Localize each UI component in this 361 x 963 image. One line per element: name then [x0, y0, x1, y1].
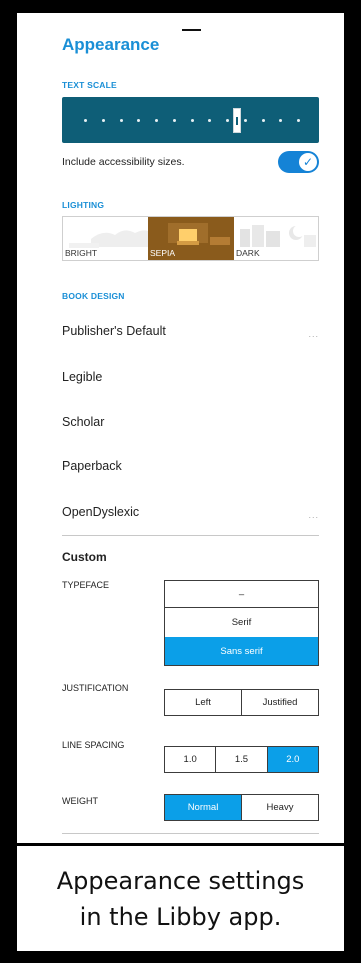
scale-step-dot	[119, 119, 123, 122]
scale-step-dot	[190, 119, 194, 122]
scale-step-dot	[155, 119, 158, 122]
divider	[62, 535, 319, 536]
text-scale-slider[interactable]	[62, 97, 319, 143]
scale-step-dot	[243, 119, 247, 122]
scale-step-dot	[137, 119, 141, 122]
caption-line-1: Appearance settings	[56, 867, 305, 895]
caption-area: Appearance settings in the Libby app.	[17, 843, 344, 951]
lighting-dark-option[interactable]: DARK	[234, 217, 318, 260]
line-spacing-selector[interactable]: 1.0 1.5 2.0	[164, 746, 319, 773]
screenshot-frame: Appearance TEXT SCALE Include accessibil…	[0, 0, 361, 963]
sepia-label: SEPIA	[150, 248, 176, 258]
line-spacing-2-0-button[interactable]: 2.0	[266, 747, 318, 772]
weight-heavy-button[interactable]: Heavy	[241, 795, 318, 820]
divider	[62, 833, 319, 834]
lighting-label: LIGHTING	[62, 200, 105, 210]
justify-justified-button[interactable]: Justified	[241, 690, 318, 715]
scale-step-dot	[297, 119, 300, 122]
typeface-label: TYPEFACE	[62, 580, 110, 590]
typeface-selector[interactable]: – Serif Sans serif	[164, 580, 319, 666]
design-paperback[interactable]: Paperback	[62, 459, 122, 473]
custom-title: Custom	[62, 550, 107, 564]
design-publishers-default[interactable]: Publisher's Default	[62, 324, 166, 338]
typeface-option-sans-serif[interactable]: Sans serif	[165, 637, 318, 665]
caption-line-2: in the Libby app.	[79, 903, 282, 931]
book-design-label: BOOK DESIGN	[62, 291, 125, 301]
dark-label: DARK	[236, 248, 260, 258]
weight-normal-button[interactable]: Normal	[165, 795, 241, 820]
caption: Appearance settings in the Libby app.	[17, 863, 344, 935]
scale-step-dot	[279, 119, 283, 122]
lighting-sepia-option[interactable]: SEPIA	[148, 217, 234, 260]
accessibility-sizes-label: Include accessibility sizes.	[62, 156, 185, 168]
text-scale-label: TEXT SCALE	[62, 80, 117, 90]
justification-label: JUSTIFICATION	[62, 683, 129, 693]
line-spacing-1-0-button[interactable]: 1.0	[165, 747, 215, 772]
typeface-option-serif[interactable]: Serif	[165, 608, 318, 637]
ellipsis-icon[interactable]: ...	[308, 510, 319, 520]
scale-step-dot	[172, 119, 176, 122]
bright-label: BRIGHT	[65, 248, 98, 258]
accessibility-sizes-toggle[interactable]: ✓	[278, 151, 319, 173]
lighting-bright-option[interactable]: BRIGHT	[63, 217, 148, 260]
slider-thumb-icon[interactable]	[233, 108, 242, 133]
checkmark-icon: ✓	[299, 153, 317, 171]
justify-left-button[interactable]: Left	[165, 690, 241, 715]
lighting-selector[interactable]: BRIGHT SEPIA DARK	[62, 216, 319, 261]
line-spacing-label: LINE SPACING	[62, 740, 125, 750]
page-title: Appearance	[62, 35, 160, 54]
design-opendyslexic[interactable]: OpenDyslexic	[62, 505, 139, 519]
typeface-option-none[interactable]: –	[165, 581, 318, 608]
scale-step-dot	[84, 119, 87, 122]
line-spacing-1-5-button[interactable]: 1.5	[215, 747, 266, 772]
justification-selector[interactable]: Left Justified	[164, 689, 319, 716]
scale-step-dot	[261, 119, 265, 122]
scale-step-dot	[208, 119, 212, 122]
design-scholar[interactable]: Scholar	[62, 415, 104, 429]
weight-label: WEIGHT	[62, 796, 98, 806]
scale-step-dot	[101, 119, 105, 122]
scale-step-dot	[226, 119, 229, 122]
ellipsis-icon[interactable]: ...	[308, 329, 319, 339]
appearance-panel: Appearance TEXT SCALE Include accessibil…	[17, 13, 344, 843]
weight-selector[interactable]: Normal Heavy	[164, 794, 319, 821]
design-legible[interactable]: Legible	[62, 370, 102, 384]
drag-handle[interactable]	[182, 29, 201, 31]
